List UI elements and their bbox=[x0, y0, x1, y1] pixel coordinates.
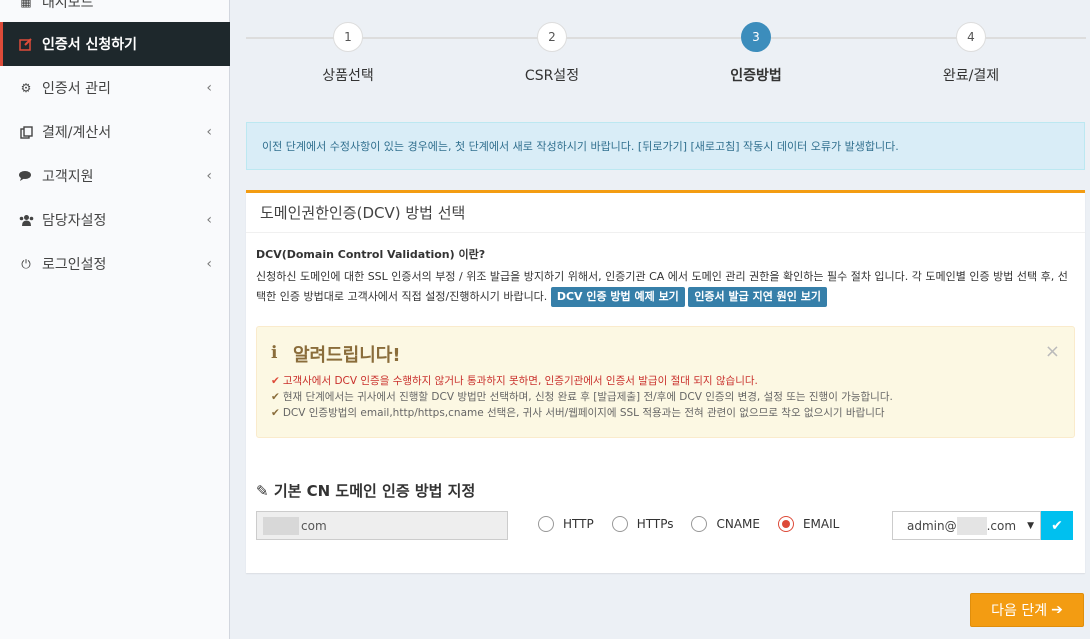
dcv-description: 신청하신 도메인에 대한 SSL 인증서의 부정 / 위조 발급을 방지하기 위… bbox=[256, 267, 1071, 307]
sidebar: ▦ 대시보드 인증서 신청하기 ⚙ 인증서 관리 ‹ 결제/계산서 ‹ 고객지원… bbox=[0, 0, 230, 639]
step-label: 완료/결제 bbox=[942, 68, 1000, 84]
step-3: 3 인증방법 bbox=[696, 22, 816, 85]
sidebar-item-label: 고객지원 bbox=[42, 169, 94, 185]
check-icon: ✔ bbox=[271, 407, 280, 419]
sidebar-item-cert-manage[interactable]: ⚙ 인증서 관리 ‹ bbox=[0, 66, 230, 110]
radio-http[interactable]: HTTP bbox=[538, 516, 594, 532]
email-select[interactable]: admin@ .com ▼ bbox=[892, 511, 1041, 540]
sidebar-item-label: 인증서 신청하기 bbox=[42, 37, 138, 53]
check-icon: ✔ bbox=[1051, 517, 1063, 534]
step-1: 1 상품선택 bbox=[288, 22, 408, 85]
dcv-method-radios: HTTP HTTPs CNAME EMAIL bbox=[538, 516, 857, 532]
step-number: 3 bbox=[741, 22, 771, 52]
step-label: CSR설정 bbox=[524, 68, 580, 84]
sidebar-item-label: 인증서 관리 bbox=[42, 81, 111, 97]
panel-title-text: 도메인권한인증(DCV) 방법 선택 bbox=[260, 204, 466, 222]
info-alert: 이전 단계에서 수정사항이 있는 경우에는, 첫 단계에서 새로 작성하시기 바… bbox=[246, 122, 1085, 170]
sidebar-item-contacts[interactable]: 담당자설정 ‹ bbox=[0, 198, 230, 242]
info-text: 이전 단계에서 수정사항이 있는 경우에는, 첫 단계에서 새로 작성하시기 바… bbox=[262, 140, 899, 153]
arrow-right-icon: ➔ bbox=[1051, 602, 1063, 618]
edit-icon bbox=[18, 36, 34, 52]
list-item: ✔ DCV 인증방법의 email,http/https,cname 선택은, 귀… bbox=[271, 407, 885, 419]
notice-alert: ℹ 알려드립니다! × ✔ 고객사에서 DCV 인증을 수행하지 않거나 통과하지… bbox=[256, 326, 1075, 438]
radio-dot[interactable] bbox=[691, 516, 708, 532]
dcv-examples-button[interactable]: DCV 인증 방법 예제 보기 bbox=[550, 287, 685, 307]
radio-cname[interactable]: CNAME bbox=[691, 516, 760, 532]
edit-icon: ✎ bbox=[256, 482, 269, 500]
sidebar-item-dashboard[interactable]: ▦ 대시보드 bbox=[0, 0, 230, 24]
masked-text bbox=[956, 516, 987, 535]
step-label: 인증방법 bbox=[730, 68, 782, 84]
radio-dot[interactable] bbox=[611, 516, 628, 532]
step-number: 4 bbox=[956, 22, 986, 52]
sidebar-item-label: 결제/계산서 bbox=[42, 125, 112, 141]
panel-title: 도메인권한인증(DCV) 방법 선택 bbox=[246, 193, 1085, 233]
close-icon[interactable]: × bbox=[1045, 341, 1060, 362]
radio-https[interactable]: HTTPs bbox=[611, 516, 673, 532]
users-icon bbox=[18, 212, 34, 228]
gears-icon: ⚙ bbox=[20, 81, 32, 95]
caret-down-icon: ▼ bbox=[1027, 520, 1034, 531]
dcv-panel: 도메인권한인증(DCV) 방법 선택 DCV(Domain Control Va… bbox=[246, 190, 1085, 573]
step-number: 1 bbox=[333, 22, 363, 52]
domain-field: com bbox=[256, 511, 508, 540]
step-2: 2 CSR설정 bbox=[492, 22, 612, 85]
cn-section-title: ✎ 기본 CN 도메인 인증 방법 지정 bbox=[256, 482, 476, 500]
chevron-left-icon: ‹ bbox=[206, 212, 212, 228]
comments-icon bbox=[18, 168, 34, 184]
sidebar-item-support[interactable]: 고객지원 ‹ bbox=[0, 154, 230, 198]
dashboard-icon: ▦ bbox=[20, 0, 32, 9]
sidebar-item-login[interactable]: ⏻ 로그인설정 ‹ bbox=[0, 242, 230, 286]
check-icon: ✔ bbox=[271, 375, 280, 387]
list-item: ✔ 현재 단계에서는 귀사에서 진행할 DCV 방법만 선택하며, 신청 완료 후… bbox=[271, 391, 893, 403]
info-icon: ℹ bbox=[271, 343, 278, 363]
notice-list: ✔ 고객사에서 DCV 인증을 수행하지 않거나 통과하지 못하면, 인증기관에서… bbox=[271, 373, 893, 421]
sidebar-item-label: 대시보드 bbox=[42, 0, 94, 11]
sidebar-item-billing[interactable]: 결제/계산서 ‹ bbox=[0, 110, 230, 154]
chevron-left-icon: ‹ bbox=[206, 168, 212, 184]
sidebar-item-label: 로그인설정 bbox=[42, 257, 107, 273]
radio-dot[interactable] bbox=[777, 516, 794, 532]
delay-reasons-button[interactable]: 인증서 발급 지연 원인 보기 bbox=[688, 287, 827, 307]
chevron-left-icon: ‹ bbox=[206, 124, 212, 140]
step-label: 상품선택 bbox=[322, 68, 374, 84]
notice-title: 알려드립니다! bbox=[293, 345, 401, 366]
copy-icon bbox=[18, 124, 34, 140]
sidebar-item-label: 담당자설정 bbox=[42, 213, 107, 229]
sidebar-item-apply[interactable]: 인증서 신청하기 bbox=[0, 22, 230, 66]
masked-text bbox=[263, 516, 299, 535]
chevron-left-icon: ‹ bbox=[206, 80, 212, 96]
step-4: 4 완료/결제 bbox=[911, 22, 1031, 85]
check-icon: ✔ bbox=[271, 391, 280, 403]
confirm-button[interactable]: ✔ bbox=[1041, 511, 1073, 540]
radio-dot[interactable] bbox=[538, 516, 554, 532]
next-step-button[interactable]: 다음 단계 ➔ bbox=[970, 593, 1084, 627]
list-item: ✔ 고객사에서 DCV 인증을 수행하지 않거나 통과하지 못하면, 인증기관에서… bbox=[271, 375, 758, 387]
radio-email[interactable]: EMAIL bbox=[777, 516, 839, 532]
power-icon: ⏻ bbox=[21, 256, 31, 271]
chevron-left-icon: ‹ bbox=[206, 256, 212, 272]
dcv-heading: DCV(Domain Control Validation) 이란? bbox=[256, 248, 486, 261]
step-progress: 1 상품선택 2 CSR설정 3 인증방법 4 완료/결제 bbox=[246, 22, 1086, 92]
step-number: 2 bbox=[537, 22, 567, 52]
